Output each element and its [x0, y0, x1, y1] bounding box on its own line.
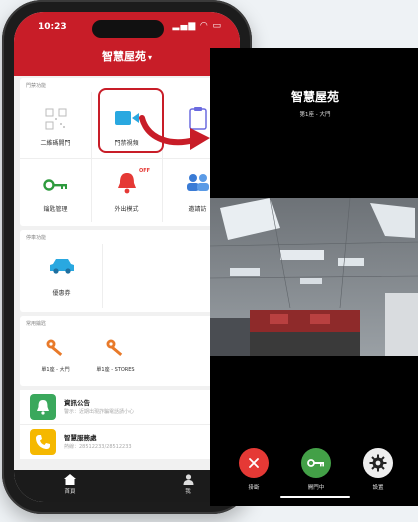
key-icon	[45, 338, 67, 362]
status-bar: 10:23 ▂▄▆ ◠ ▭	[14, 21, 240, 35]
bell-icon	[30, 394, 56, 420]
tab-home[interactable]: 首頁	[50, 474, 90, 495]
qr-code-icon	[45, 108, 67, 134]
close-icon	[239, 448, 269, 478]
parking-section-card: 停車功能 優惠券	[20, 230, 234, 312]
tile-label: 鑰匙管理	[43, 206, 68, 213]
status-time: 10:23	[38, 22, 67, 32]
tile-label: 外出模式	[114, 206, 139, 213]
call-title: 智慧屋苑	[290, 90, 339, 104]
tab-label: 我	[185, 489, 191, 495]
open-door-button[interactable]: 開門中	[296, 448, 336, 491]
video-call-screen: 智慧屋苑 第1座 - 大門 掛斷 開門中 設置	[210, 48, 418, 506]
car-icon	[48, 258, 76, 278]
button-label: 掛斷	[248, 485, 260, 491]
status-icons: ▂▄▆ ◠ ▭	[172, 21, 222, 31]
button-label: 設置	[372, 485, 384, 491]
button-label: 開門中	[307, 485, 325, 491]
coupon-tile[interactable]: 優惠券	[26, 244, 97, 308]
key-management-tile[interactable]: 鑰匙管理	[20, 158, 91, 224]
tile-label: 單1座 - STORES	[96, 367, 135, 373]
hang-up-button[interactable]: 掛斷	[234, 448, 274, 491]
service-office-row[interactable]: 智慧服務處 熱線：28512233/28512233	[20, 425, 234, 459]
row-title: 智慧服務處	[64, 434, 97, 442]
estate-title: 智慧屋苑	[101, 50, 146, 63]
chevron-down-icon: ▾	[147, 53, 152, 62]
row-subtitle: 警示：近期出現詐騙電話請小心	[64, 409, 135, 415]
section-label: 停車功能	[26, 235, 47, 241]
phone-icon	[30, 429, 56, 455]
tab-label: 首頁	[64, 489, 76, 495]
home-icon	[64, 474, 76, 485]
section-label: 常用鑰匙	[26, 321, 47, 327]
section-label: 門禁功能	[26, 83, 47, 89]
tile-label: 二維碼開門	[40, 140, 71, 147]
key-icon	[105, 338, 127, 362]
row-subtitle: 熱線：28512233/28512233	[64, 444, 132, 450]
key-icon	[301, 448, 331, 478]
camera-image	[210, 198, 418, 356]
gear-icon	[363, 448, 393, 478]
announcement-row[interactable]: 資訊公告 警示：近期出現詐騙電話請小心	[20, 390, 234, 424]
row-title: 資訊公告	[64, 399, 90, 407]
people-icon	[185, 172, 211, 196]
arrow-pointer-icon	[139, 115, 210, 150]
home-indicator	[280, 496, 350, 498]
away-mode-tile[interactable]: OFF 外出模式	[91, 158, 162, 224]
call-location: 第1座 - 大門	[299, 112, 331, 118]
tab-me[interactable]: 我	[168, 474, 208, 495]
settings-button[interactable]: 設置	[358, 448, 398, 491]
app-screen: 10:23 ▂▄▆ ◠ ▭ 智慧屋苑 ▾ 門禁功能 二維碼開門 門禁視頻 鑰匙管…	[14, 12, 240, 502]
tile-label: 優惠券	[52, 290, 71, 297]
off-badge: OFF	[139, 168, 151, 174]
video-feed	[210, 198, 418, 356]
key-icon	[42, 176, 69, 195]
alarm-bell-icon	[116, 170, 138, 198]
person-icon	[183, 474, 193, 485]
common-keys-card: 常用鑰匙 單1座 - 大門 單1座 - STORES	[20, 316, 234, 386]
common-key-tile[interactable]: 單1座 - STORES	[80, 330, 151, 384]
qr-open-door-tile[interactable]: 二維碼開門	[20, 92, 91, 158]
bottom-tab-bar: 首頁 我	[14, 470, 240, 502]
estate-selector[interactable]: 智慧屋苑 ▾	[14, 48, 240, 64]
